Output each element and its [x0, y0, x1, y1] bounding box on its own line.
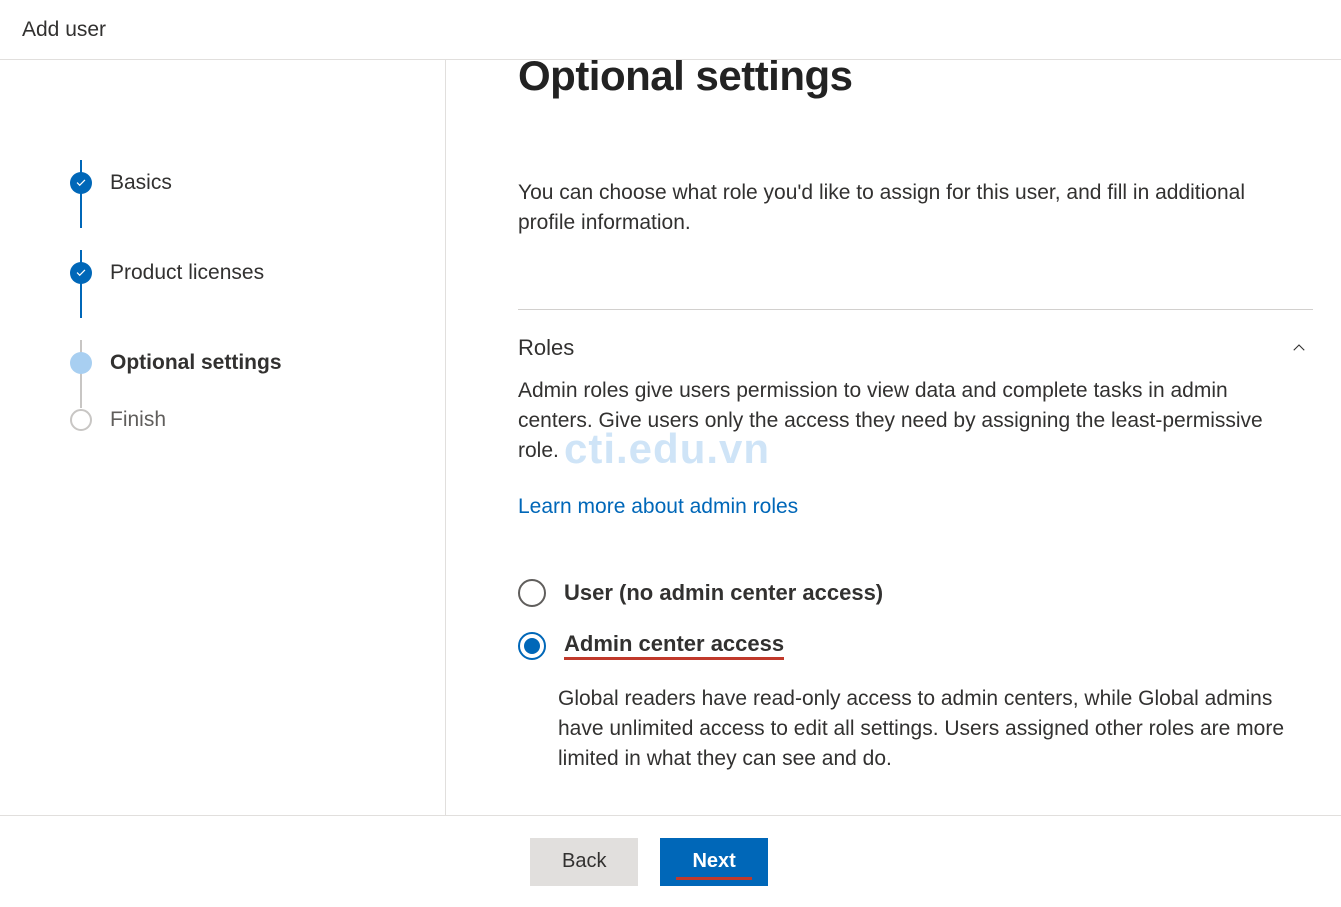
- step-sidebar: Basics Product licenses Optional setting…: [0, 60, 446, 907]
- roles-section-header[interactable]: Roles: [518, 334, 1313, 362]
- admin-access-description: Global readers have read-only access to …: [558, 684, 1308, 773]
- next-button[interactable]: Next: [660, 838, 767, 886]
- chevron-up-icon[interactable]: [1285, 334, 1313, 362]
- step-connector: [80, 160, 82, 228]
- radio-label: User (no admin center access): [564, 580, 883, 606]
- annotation-underline: [676, 877, 751, 880]
- step-label: Optional settings: [110, 351, 282, 375]
- step-label: Basics: [110, 171, 172, 195]
- step-connector: [80, 340, 82, 408]
- wizard-footer: Back Next: [0, 815, 1341, 907]
- radio-icon[interactable]: [518, 632, 546, 660]
- step-done-icon: [70, 262, 92, 284]
- step-finish: Finish: [70, 408, 445, 432]
- step-connector: [80, 250, 82, 318]
- radio-user-no-admin[interactable]: User (no admin center access): [518, 579, 1313, 607]
- wizard-header: Add user: [0, 0, 1341, 60]
- step-basics[interactable]: Basics: [70, 138, 445, 228]
- step-label: Product licenses: [110, 261, 264, 285]
- roles-section-description: Admin roles give users permission to vie…: [518, 376, 1308, 465]
- step-active-icon: [70, 352, 92, 374]
- step-future-icon: [70, 409, 92, 431]
- section-divider: [518, 309, 1313, 310]
- main-content: Optional settings You can choose what ro…: [446, 60, 1341, 907]
- step-label: Finish: [110, 408, 166, 432]
- step-optional-settings[interactable]: Optional settings: [70, 318, 445, 408]
- roles-section-title: Roles: [518, 335, 574, 361]
- back-button[interactable]: Back: [530, 838, 638, 886]
- wizard-body: Basics Product licenses Optional setting…: [0, 60, 1341, 907]
- learn-more-link[interactable]: Learn more about admin roles: [518, 495, 798, 519]
- radio-icon[interactable]: [518, 579, 546, 607]
- radio-admin-center-access[interactable]: Admin center access: [518, 631, 1313, 660]
- radio-label: Admin center access: [564, 631, 784, 660]
- page-description: You can choose what role you'd like to a…: [518, 178, 1308, 239]
- step-list: Basics Product licenses Optional setting…: [70, 138, 445, 432]
- step-done-icon: [70, 172, 92, 194]
- next-button-label: Next: [692, 850, 735, 872]
- wizard-title: Add user: [22, 18, 106, 42]
- page-title: Optional settings: [518, 60, 1313, 100]
- step-product-licenses[interactable]: Product licenses: [70, 228, 445, 318]
